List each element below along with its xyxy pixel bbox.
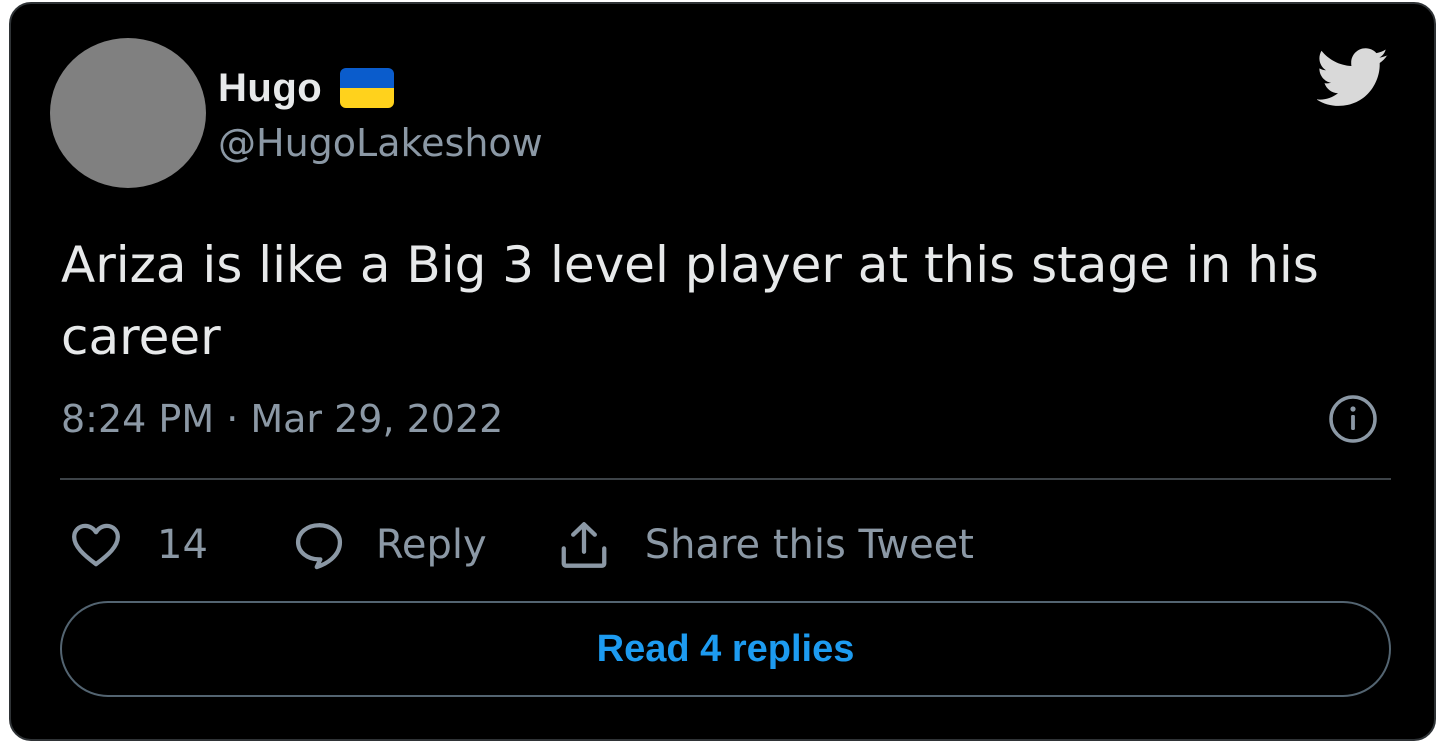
share-button[interactable]: Share this Tweet [557, 518, 974, 572]
reply-button[interactable]: Reply [292, 518, 487, 572]
reply-label: Reply [375, 522, 487, 568]
ukraine-flag-icon [340, 68, 395, 108]
tweet-card: Hugo @HugoLakeshow Ariza is like a Big 3… [9, 2, 1436, 741]
like-count: 14 [157, 522, 208, 568]
author-name-row: Hugo [218, 60, 395, 116]
author-handle[interactable]: @HugoLakeshow [218, 121, 543, 165]
share-upload-icon [561, 522, 607, 568]
action-bar: 14 Reply Share this Tweet [69, 510, 974, 580]
read-replies-button[interactable]: Read 4 replies [60, 601, 1391, 697]
heart-icon [72, 523, 120, 567]
like-button[interactable]: 14 [69, 518, 208, 572]
author-display-name[interactable]: Hugo [218, 66, 322, 111]
info-icon[interactable] [1328, 394, 1378, 444]
twitter-bird-icon[interactable] [1317, 48, 1389, 108]
share-label: Share this Tweet [644, 522, 974, 568]
avatar[interactable] [50, 38, 206, 188]
tweet-text: Ariza is like a Big 3 level player at th… [61, 236, 1319, 366]
speech-bubble-icon [295, 523, 342, 570]
divider [60, 478, 1391, 480]
tweet-timestamp[interactable]: 8:24 PM · Mar 29, 2022 [61, 397, 503, 441]
